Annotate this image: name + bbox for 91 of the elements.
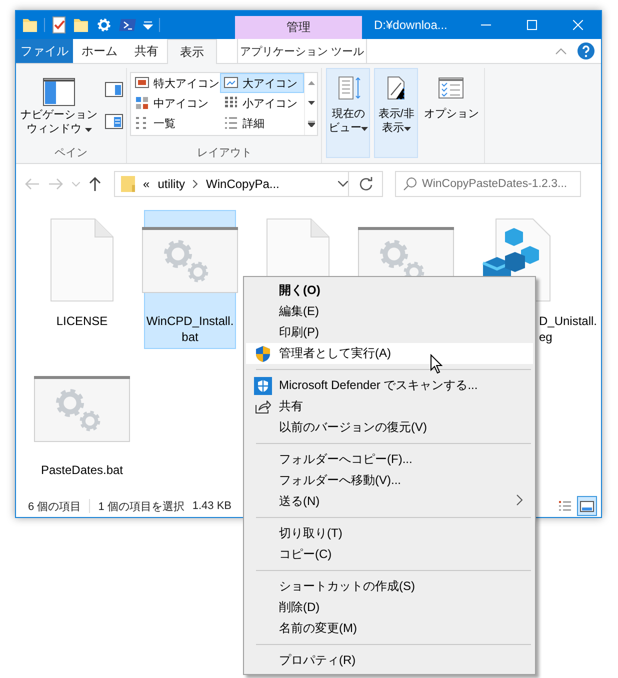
layout-option[interactable]: 中アイコン xyxy=(131,93,220,113)
search-icon xyxy=(403,177,417,191)
layout-option[interactable]: 一覧 xyxy=(131,113,220,133)
breadcrumb[interactable]: utility xyxy=(158,177,186,191)
checklist-icon[interactable] xyxy=(51,16,67,34)
view-icon xyxy=(135,76,150,90)
layout-option[interactable]: 詳細 xyxy=(220,113,304,133)
up-arrow-icon[interactable] xyxy=(88,176,102,192)
menu-item[interactable]: フォルダーへ移動(V)... xyxy=(246,470,533,491)
menu-item[interactable]: プロパティ(R) xyxy=(246,650,533,671)
ribbon-button[interactable]: 現在のビュー xyxy=(326,68,370,158)
folder-icon[interactable] xyxy=(22,16,38,34)
view-toggle[interactable] xyxy=(577,496,597,516)
file-name: PasteDates.bat xyxy=(40,462,124,478)
caret-icon xyxy=(84,128,92,132)
status-text: 6 個の項目 xyxy=(28,500,82,514)
layout-option[interactable]: 小アイコン xyxy=(220,93,304,113)
shield-window-icon xyxy=(254,376,272,394)
context-tab-title: 管理 xyxy=(235,16,362,39)
chevron-icon xyxy=(193,180,198,188)
menu-item[interactable]: 編集(E) xyxy=(246,301,533,322)
address-bar[interactable]: « utility WinCopyPa... xyxy=(114,171,383,197)
search-box[interactable]: WinCopyPasteDates-1.2.3... xyxy=(395,171,581,197)
search-field[interactable]: WinCopyPasteDates-1.2.3... xyxy=(422,178,580,190)
menu-item[interactable]: 共有 xyxy=(246,396,533,417)
gears-window-icon xyxy=(142,227,238,293)
menu-item[interactable]: フォルダーへコピー(F)... xyxy=(246,449,533,470)
refresh-icon xyxy=(358,177,372,191)
ribbon-button[interactable]: オプション xyxy=(422,68,480,158)
file-name: WinCPD_Install.bat xyxy=(146,313,234,345)
menu-item[interactable]: 管理者として実行(A) xyxy=(246,343,533,364)
close-icon xyxy=(573,20,583,30)
menu-item[interactable]: ショートカットの作成(S) xyxy=(246,576,533,597)
menu-item[interactable]: Microsoft Defender でスキャンする... xyxy=(246,375,533,396)
ribbon-tab[interactable]: 共有 xyxy=(126,39,167,63)
scroll-up-icon[interactable] xyxy=(308,81,315,85)
folder-icon xyxy=(121,175,135,193)
status-text: 1.43 KB xyxy=(192,500,232,512)
group-label: ペイン xyxy=(54,146,89,161)
collapse-ribbon-icon[interactable] xyxy=(555,47,567,55)
view-icon xyxy=(135,96,150,110)
file-name: D_Unistall. eg xyxy=(539,313,598,345)
ribbon-tab[interactable]: ホーム xyxy=(73,39,126,63)
breadcrumb-overflow[interactable]: « xyxy=(143,177,150,191)
caret-icon xyxy=(404,127,411,131)
file-item[interactable]: WinCPD_Install.bat xyxy=(144,210,236,349)
shield-icon xyxy=(254,344,270,362)
folder-icon[interactable] xyxy=(73,16,89,34)
mouse-pointer-icon xyxy=(430,354,443,374)
status-text: 1 個の項目を選択 xyxy=(98,500,184,514)
menu-item[interactable]: コピー(C) xyxy=(246,544,533,565)
details-icon xyxy=(558,500,572,512)
file-item[interactable]: PasteDates.bat xyxy=(36,359,128,482)
ribbon-tab[interactable]: 表示 xyxy=(167,39,217,64)
window-title: D:¥downloa... xyxy=(373,18,448,32)
options-icon xyxy=(436,75,466,101)
terminal-icon[interactable] xyxy=(119,17,137,33)
breadcrumb[interactable]: WinCopyPa... xyxy=(206,177,280,191)
help-icon[interactable] xyxy=(577,42,595,60)
scroll-down-icon[interactable] xyxy=(308,101,315,105)
layout-option[interactable]: 大アイコン xyxy=(220,73,304,93)
menu-item[interactable]: 以前のバージョンの復元(V) xyxy=(246,417,533,438)
expand-gallery-icon[interactable] xyxy=(308,121,315,127)
menu-item[interactable]: 開く(O) xyxy=(246,280,533,301)
navigation-pane-button[interactable]: ナビゲーションウィンドウ xyxy=(19,68,100,136)
navigation-pane-icon xyxy=(43,78,76,108)
gears-window-icon xyxy=(34,376,130,442)
group-label: レイアウト xyxy=(196,146,253,161)
menu-item[interactable]: 送る(N) xyxy=(246,491,533,512)
menu-item[interactable]: 切り取り(T) xyxy=(246,523,533,544)
ribbon-button[interactable]: 表示/非表示 xyxy=(374,68,418,158)
large-icons-icon xyxy=(580,500,594,512)
file-item[interactable]: LICENSE xyxy=(36,210,128,349)
gear-icon[interactable] xyxy=(95,16,113,34)
document-icon xyxy=(50,218,114,302)
menu-item[interactable]: 名前の変更(M) xyxy=(246,618,533,639)
ribbon-tab[interactable]: アプリケーション ツール xyxy=(237,39,368,63)
details-pane-icon[interactable] xyxy=(105,114,124,130)
menu-item[interactable]: 印刷(P) xyxy=(246,322,533,343)
share-icon xyxy=(254,399,270,414)
preview-pane-icon[interactable] xyxy=(105,82,124,98)
view-icon xyxy=(224,76,238,90)
ribbon-tab[interactable]: ファイル xyxy=(16,39,73,63)
dropdown-icon[interactable] xyxy=(338,181,348,187)
view-icon xyxy=(224,96,238,110)
maximize-icon xyxy=(527,20,537,30)
menu-item[interactable]: 削除(D) xyxy=(246,597,533,618)
layout-option[interactable]: 特大アイコン xyxy=(131,73,220,93)
view-icon xyxy=(224,116,238,130)
caret-icon xyxy=(361,127,368,131)
file-name: LICENSE xyxy=(56,313,108,329)
